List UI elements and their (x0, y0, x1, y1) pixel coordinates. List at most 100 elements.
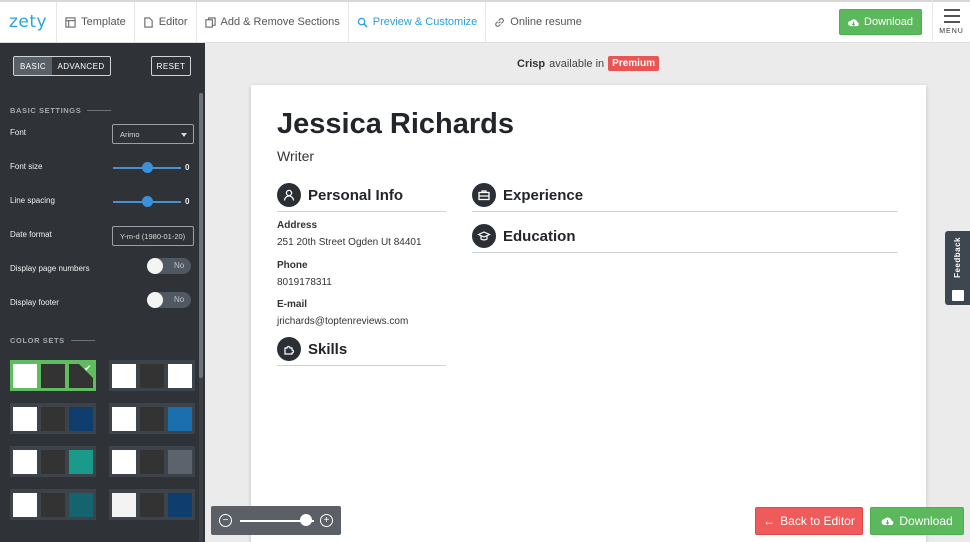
hamburger-icon-bar (943, 14, 960, 17)
color-chip (13, 492, 37, 517)
font-size-label: Font size (10, 162, 43, 171)
nav-editor-label: Editor (158, 16, 188, 28)
personal-info-title: Personal Info (308, 186, 404, 204)
resume-job-title: Writer (277, 148, 315, 164)
color-chip (69, 406, 93, 431)
user-icon (277, 183, 301, 207)
color-chip (168, 449, 192, 474)
color-set-option[interactable] (10, 403, 96, 434)
color-set-option[interactable] (10, 489, 96, 520)
nav-online-resume[interactable]: Online resume (486, 2, 590, 42)
nav-template[interactable]: Template (57, 2, 135, 42)
zoom-in-icon[interactable]: + (320, 514, 333, 527)
font-select[interactable]: Arimo (112, 124, 194, 144)
cloud-download-icon (881, 517, 894, 525)
skills-heading: Skills (277, 337, 446, 366)
color-set-option[interactable] (109, 446, 195, 477)
puzzle-icon (277, 337, 301, 361)
top-navigation: zety Template Editor Add & Remove Sectio… (0, 0, 970, 43)
footer-toggle[interactable]: No (147, 292, 191, 308)
reset-button[interactable]: RESET (151, 56, 191, 76)
page-numbers-toggle[interactable]: No (147, 258, 191, 274)
nav-add-remove-label: Add & Remove Sections (220, 16, 340, 28)
color-chip (41, 363, 65, 388)
arrow-left-icon: ← (763, 514, 776, 528)
address-label: Address (277, 220, 318, 231)
top-download-label: Download (864, 16, 913, 28)
zoom-out-icon[interactable]: − (219, 514, 232, 527)
color-chip (168, 406, 192, 431)
top-download-button[interactable]: Download (839, 9, 922, 35)
color-chip (140, 449, 164, 474)
experience-title: Experience (503, 186, 584, 204)
page-numbers-label: Display page numbers (10, 264, 90, 273)
feedback-icon (951, 290, 964, 301)
basic-settings-heading: BASIC SETTINGS (10, 106, 112, 115)
color-chip (140, 492, 164, 517)
briefcase-icon (472, 183, 496, 207)
back-to-editor-button[interactable]: ← Back to Editor (755, 507, 863, 535)
toggle-knob (147, 292, 163, 308)
sidebar-scrollbar-thumb[interactable] (199, 93, 203, 378)
feedback-tab[interactable]: Feedback (945, 231, 970, 305)
color-chip (140, 363, 164, 388)
email-label: E-mail (277, 299, 308, 310)
checkmark-icon: ✔ (79, 363, 93, 378)
color-set-option[interactable] (109, 403, 195, 434)
zety-logo[interactable]: zety (0, 2, 58, 42)
phone-label: Phone (277, 260, 308, 271)
nav-template-label: Template (81, 16, 126, 28)
line-spacing-slider[interactable] (113, 196, 181, 207)
toggle-knob (147, 258, 163, 274)
basic-mode-button[interactable]: BASIC (14, 57, 52, 75)
hamburger-icon-bar (943, 20, 960, 23)
advanced-mode-button[interactable]: ADVANCED (52, 57, 110, 75)
personal-info-heading: Personal Info (277, 183, 446, 212)
line-spacing-slider-thumb[interactable] (142, 196, 153, 207)
page-numbers-toggle-text: No (174, 261, 185, 270)
nav-editor[interactable]: Editor (135, 2, 197, 42)
template-name: Crisp (517, 57, 546, 70)
graduation-cap-icon (472, 224, 496, 248)
premium-notice: Crisp available in Premium (517, 56, 659, 71)
education-heading: Education (472, 224, 898, 253)
color-set-option[interactable]: ✔ (10, 360, 96, 391)
bottom-download-button[interactable]: Download (870, 507, 964, 535)
color-set-option[interactable] (10, 446, 96, 477)
nav-preview-customize[interactable]: Preview & Customize (349, 2, 487, 42)
date-format-input[interactable]: Y-m-d (1980-01-20) (112, 226, 194, 246)
color-chip (41, 492, 65, 517)
zoom-slider-thumb[interactable] (300, 514, 312, 526)
footer-toggle-text: No (174, 295, 185, 304)
nav-add-remove-sections[interactable]: Add & Remove Sections (197, 2, 349, 42)
font-size-slider[interactable] (113, 162, 181, 173)
line-spacing-label: Line spacing (10, 196, 55, 205)
link-icon (495, 17, 505, 27)
color-chip (13, 363, 37, 388)
color-chip (112, 449, 136, 474)
color-sets-heading: COLOR SETS (10, 336, 95, 345)
resume-page: Jessica Richards Writer Personal Info Ad… (251, 85, 926, 542)
color-set-option[interactable] (109, 489, 195, 520)
font-label: Font (10, 128, 27, 137)
font-size-value: 0 (185, 163, 190, 172)
color-chip (112, 406, 136, 431)
experience-heading: Experience (472, 183, 898, 212)
document-icon (144, 16, 153, 28)
color-chip (69, 492, 93, 517)
color-chip (41, 449, 65, 474)
menu-button[interactable]: MENU (932, 0, 970, 41)
color-chip (168, 363, 192, 388)
menu-label: MENU (939, 27, 964, 35)
line-spacing-value: 0 (185, 197, 190, 206)
mode-toggle: BASIC ADVANCED (13, 56, 111, 76)
color-set-option[interactable] (109, 360, 195, 391)
date-format-label: Date format (10, 230, 52, 239)
zoom-control: − + (211, 506, 341, 535)
color-chip (168, 492, 192, 517)
heading-divider (70, 340, 95, 341)
premium-badge[interactable]: Premium (608, 56, 659, 71)
nav-online-resume-label: Online resume (510, 16, 582, 28)
font-size-slider-thumb[interactable] (142, 162, 153, 173)
footer-label: Display footer (10, 298, 59, 307)
